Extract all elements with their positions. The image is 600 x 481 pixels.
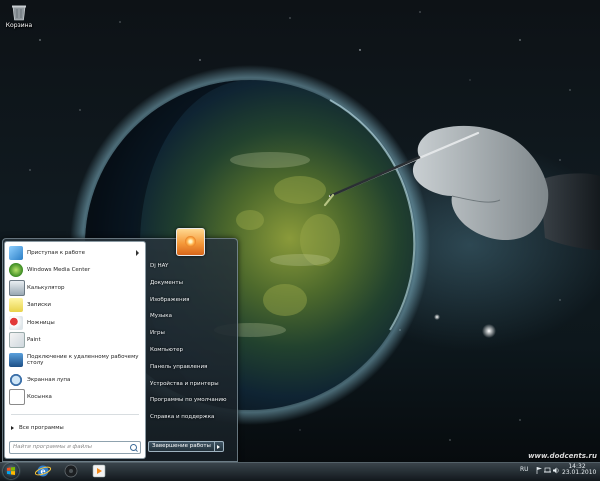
all-programs-button[interactable]: Все программы [11,425,64,431]
video-player-icon[interactable] [89,463,109,479]
program-item-getting-started[interactable]: Приступая к работе [7,244,143,262]
internet-explorer-icon[interactable]: e [33,463,53,479]
calculator-icon [9,279,25,296]
program-label: Записки [27,302,51,308]
program-label: Windows Media Center [27,267,91,273]
media-player-icon[interactable] [61,463,81,479]
recycle-bin-icon [11,4,27,21]
volume-icon [553,467,559,474]
media-center-icon [9,263,23,278]
program-label: Калькулятор [27,284,65,291]
computer-link[interactable]: Компьютер [146,342,232,359]
program-item-remote-desktop[interactable]: Подключение к удаленному рабочему столу [7,349,143,371]
language-indicator[interactable]: RU [520,466,529,473]
program-label: Косынка [27,394,52,400]
music-link[interactable]: Музыка [146,308,232,325]
solitaire-icon [9,389,25,406]
paint-icon [9,332,25,349]
menu-separator [11,414,139,415]
recycle-bin-label: Корзина [5,22,33,29]
shutdown-button[interactable]: Завершение работы [148,441,215,452]
start-menu-programs-pane: Приступая к работе Windows Media Center … [4,241,146,459]
program-label: Ножницы [27,319,55,326]
search-box[interactable] [9,441,141,454]
snipping-tool-icon [9,315,23,330]
triangle-right-icon [11,426,14,430]
program-item-calculator[interactable]: Калькулятор [7,279,143,297]
getting-started-icon [9,245,23,260]
default-programs-link[interactable]: Программы по умолчанию [146,392,232,409]
devices-printers-link[interactable]: Устройства и принтеры [146,376,232,393]
start-button[interactable] [3,463,19,479]
program-item-magnifier[interactable]: Экранная лупа [7,371,143,389]
documents-link[interactable]: Документы [146,275,232,292]
all-programs-label: Все программы [19,425,64,431]
program-item-sticky-notes[interactable]: Записки [7,297,143,315]
program-label: Приступая к работе [27,249,85,256]
magnifier-icon [9,372,23,387]
search-input[interactable] [10,442,125,452]
control-panel-link[interactable]: Панель управления [146,359,232,376]
network-icon [544,467,551,473]
program-item-solitaire[interactable]: Косынка [7,389,143,407]
clock-date: 23.01.2010 [562,469,597,476]
watermark: www.dodcents.ru [528,452,597,460]
program-item-media-center[interactable]: Windows Media Center [7,262,143,280]
sticky-notes-icon [9,298,23,313]
remote-desktop-icon [9,353,23,367]
games-link[interactable]: Игры [146,325,232,342]
recycle-bin[interactable]: Корзина [4,4,34,29]
program-label: Paint [27,337,41,343]
program-item-snipping-tool[interactable]: Ножницы [7,314,143,332]
user-name-link[interactable]: Dj HAY [146,258,232,275]
help-support-link[interactable]: Справка и поддержка [146,409,232,426]
flower-icon [185,236,196,247]
shutdown-options-button[interactable] [214,441,224,452]
program-label: Экранная лупа [27,376,71,383]
search-icon[interactable] [130,444,137,451]
start-menu-places-pane: Dj HAY Документы Изображения Музыка Игры… [146,258,232,426]
system-clock[interactable]: 14:32 23.01.2010 [562,464,597,476]
action-center-flag-icon [536,467,542,474]
submenu-arrow-icon[interactable] [136,250,139,256]
shutdown-group: Завершение работы [148,441,224,452]
program-item-paint[interactable]: Paint [7,332,143,350]
notification-area [536,466,560,475]
program-list: Приступая к работе Windows Media Center … [7,244,143,406]
windows-logo-icon [7,467,15,475]
pictures-link[interactable]: Изображения [146,292,232,309]
user-picture[interactable] [176,228,205,256]
program-label: Подключение к удаленному рабочему столу [27,353,139,367]
